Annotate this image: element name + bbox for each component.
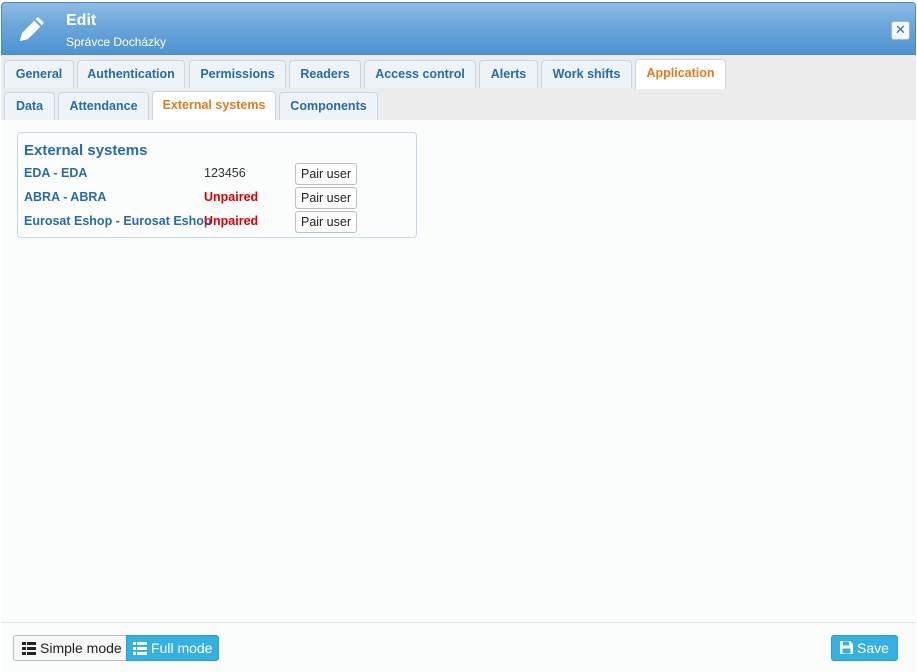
external-systems-panel: External systems EDA - EDA 123456 Pair u… (17, 132, 417, 238)
tab-external-systems[interactable]: External systems (152, 91, 276, 121)
tab-readers[interactable]: Readers (289, 60, 361, 88)
close-icon: ✕ (895, 22, 906, 37)
pair-user-button[interactable]: Pair user (295, 187, 357, 209)
list-item: EDA - EDA 123456 Pair user (24, 163, 414, 187)
full-mode-button[interactable]: Full mode (126, 635, 219, 661)
system-name: EDA - EDA (24, 166, 88, 180)
system-name: Eurosat Eshop - Eurosat Eshop (24, 214, 212, 228)
tab-general[interactable]: General (4, 60, 74, 88)
floppy-disk-icon (840, 641, 853, 654)
tab-alerts[interactable]: Alerts (479, 60, 538, 88)
panel-title: External systems (24, 142, 148, 159)
simple-mode-button[interactable]: Simple mode (13, 635, 127, 661)
tab-application[interactable]: Application (635, 59, 726, 89)
full-mode-label: Full mode (151, 640, 213, 656)
tab-content: External systems EDA - EDA 123456 Pair u… (1, 120, 916, 622)
pair-user-button[interactable]: Pair user (295, 163, 357, 185)
pairing-status: Unpaired (204, 214, 259, 228)
dialog-titlebar: Edit Správce Docházky ✕ (1, 2, 916, 55)
primary-tab-bar: General Authentication Permissions Reade… (1, 55, 916, 89)
system-name: ABRA - ABRA (24, 190, 107, 204)
tab-work-shifts[interactable]: Work shifts (541, 60, 632, 88)
secondary-tab-bar: Data Attendance External systems Compone… (1, 89, 916, 121)
pencil-icon (20, 17, 44, 41)
simple-mode-label: Simple mode (40, 640, 122, 656)
tab-permissions[interactable]: Permissions (189, 60, 286, 88)
list-icon (22, 642, 36, 655)
list-icon (133, 642, 147, 655)
save-label: Save (857, 640, 889, 656)
close-button[interactable]: ✕ (891, 21, 910, 40)
tab-attendance[interactable]: Attendance (58, 92, 149, 120)
pairing-status: Unpaired (204, 190, 259, 204)
dialog-title: Edit (66, 12, 97, 29)
tab-data[interactable]: Data (4, 92, 55, 120)
tab-access-control[interactable]: Access control (364, 60, 476, 88)
save-button[interactable]: Save (831, 635, 898, 661)
tab-components[interactable]: Components (279, 92, 378, 120)
pair-user-button[interactable]: Pair user (295, 211, 357, 233)
tab-authentication[interactable]: Authentication (77, 60, 185, 88)
list-item: ABRA - ABRA Unpaired Pair user (24, 187, 414, 211)
pairing-status: 123456 (204, 166, 246, 180)
dialog-subtitle: Správce Docházky (66, 35, 167, 49)
dialog-footer: Simple mode Full mode Save (1, 622, 916, 672)
list-item: Eurosat Eshop - Eurosat Eshop Unpaired P… (24, 211, 414, 235)
